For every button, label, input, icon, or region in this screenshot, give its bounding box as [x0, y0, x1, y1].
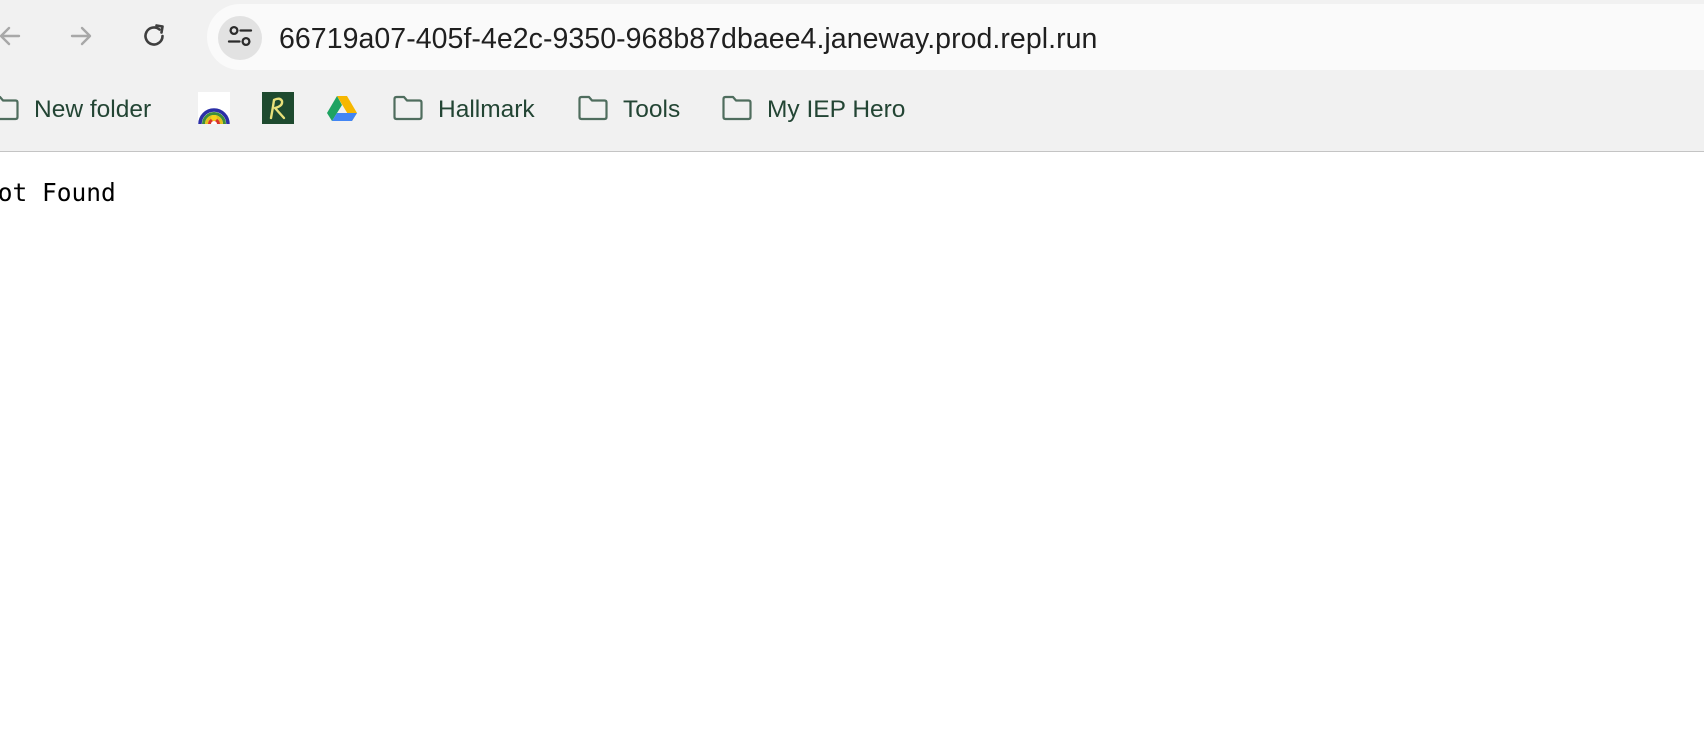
folder-icon [577, 94, 609, 127]
tune-icon [226, 22, 254, 55]
bookmarks-bar: New folder Hallmark Tools My IEP Hero [0, 86, 1704, 134]
address-bar[interactable]: 66719a07-405f-4e2c-9350-968b87dbaee4.jan… [207, 4, 1704, 70]
bookmark-hallmark[interactable]: Hallmark [392, 86, 535, 134]
page-body-text: Not Found [0, 178, 116, 207]
bookmark-new-folder[interactable]: New folder [0, 86, 151, 134]
bookmark-label: New folder [34, 96, 152, 123]
folder-icon [392, 94, 424, 127]
bookmark-r-site[interactable] [262, 86, 294, 134]
reload-button[interactable] [134, 16, 174, 56]
bookmark-tools[interactable]: Tools [577, 86, 680, 134]
rainbow-favicon [198, 91, 230, 129]
site-info-button[interactable] [218, 16, 262, 60]
arrow-left-icon [0, 23, 23, 49]
folder-icon [721, 94, 753, 127]
bookmark-label: Tools [623, 96, 681, 123]
bookmark-label: Hallmark [438, 96, 535, 123]
bookmark-google-drive[interactable] [326, 86, 358, 134]
forward-button[interactable] [61, 16, 101, 56]
arrow-right-icon [68, 23, 94, 49]
bookmark-rainbow[interactable] [198, 86, 230, 134]
folder-icon [0, 94, 20, 127]
reload-icon [140, 22, 168, 50]
google-drive-icon [326, 94, 358, 127]
browser-chrome: 66719a07-405f-4e2c-9350-968b87dbaee4.jan… [0, 0, 1704, 152]
bookmark-label: My IEP Hero [767, 96, 906, 123]
r-letter-favicon [262, 91, 294, 129]
bookmark-my-iep-hero[interactable]: My IEP Hero [721, 86, 905, 134]
url-text[interactable]: 66719a07-405f-4e2c-9350-968b87dbaee4.jan… [279, 22, 1097, 56]
back-button[interactable] [0, 16, 30, 56]
